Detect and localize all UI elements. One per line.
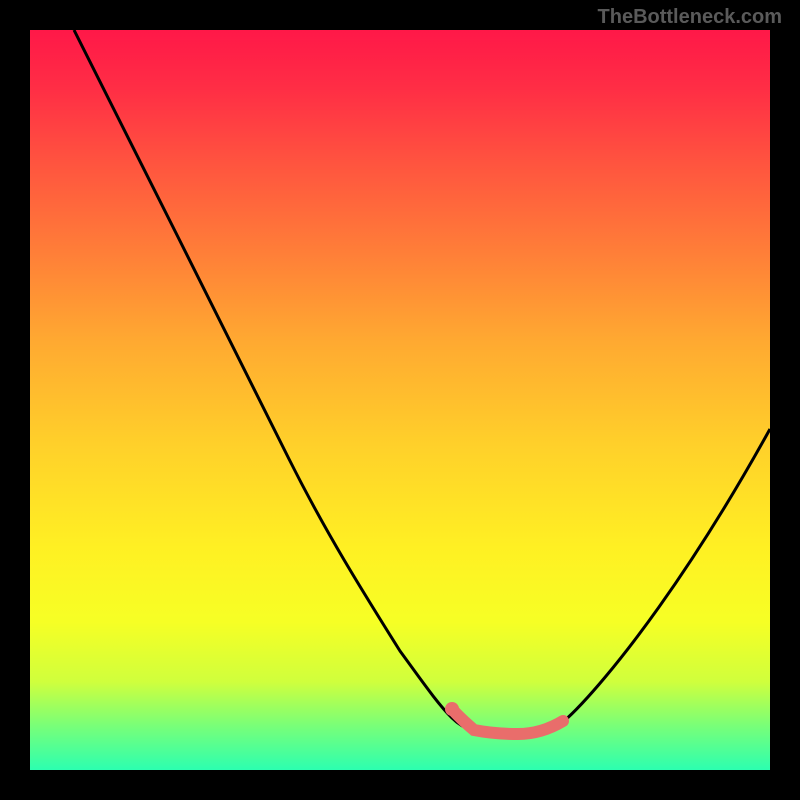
chart-container: TheBottleneck.com	[0, 0, 800, 800]
chart-svg	[30, 30, 770, 770]
watermark-text: TheBottleneck.com	[598, 6, 782, 29]
bottleneck-curve-line	[74, 30, 770, 735]
optimal-range-highlight-line	[452, 709, 563, 734]
highlight-start-dot	[445, 702, 459, 716]
chart-plot-area	[30, 30, 770, 770]
